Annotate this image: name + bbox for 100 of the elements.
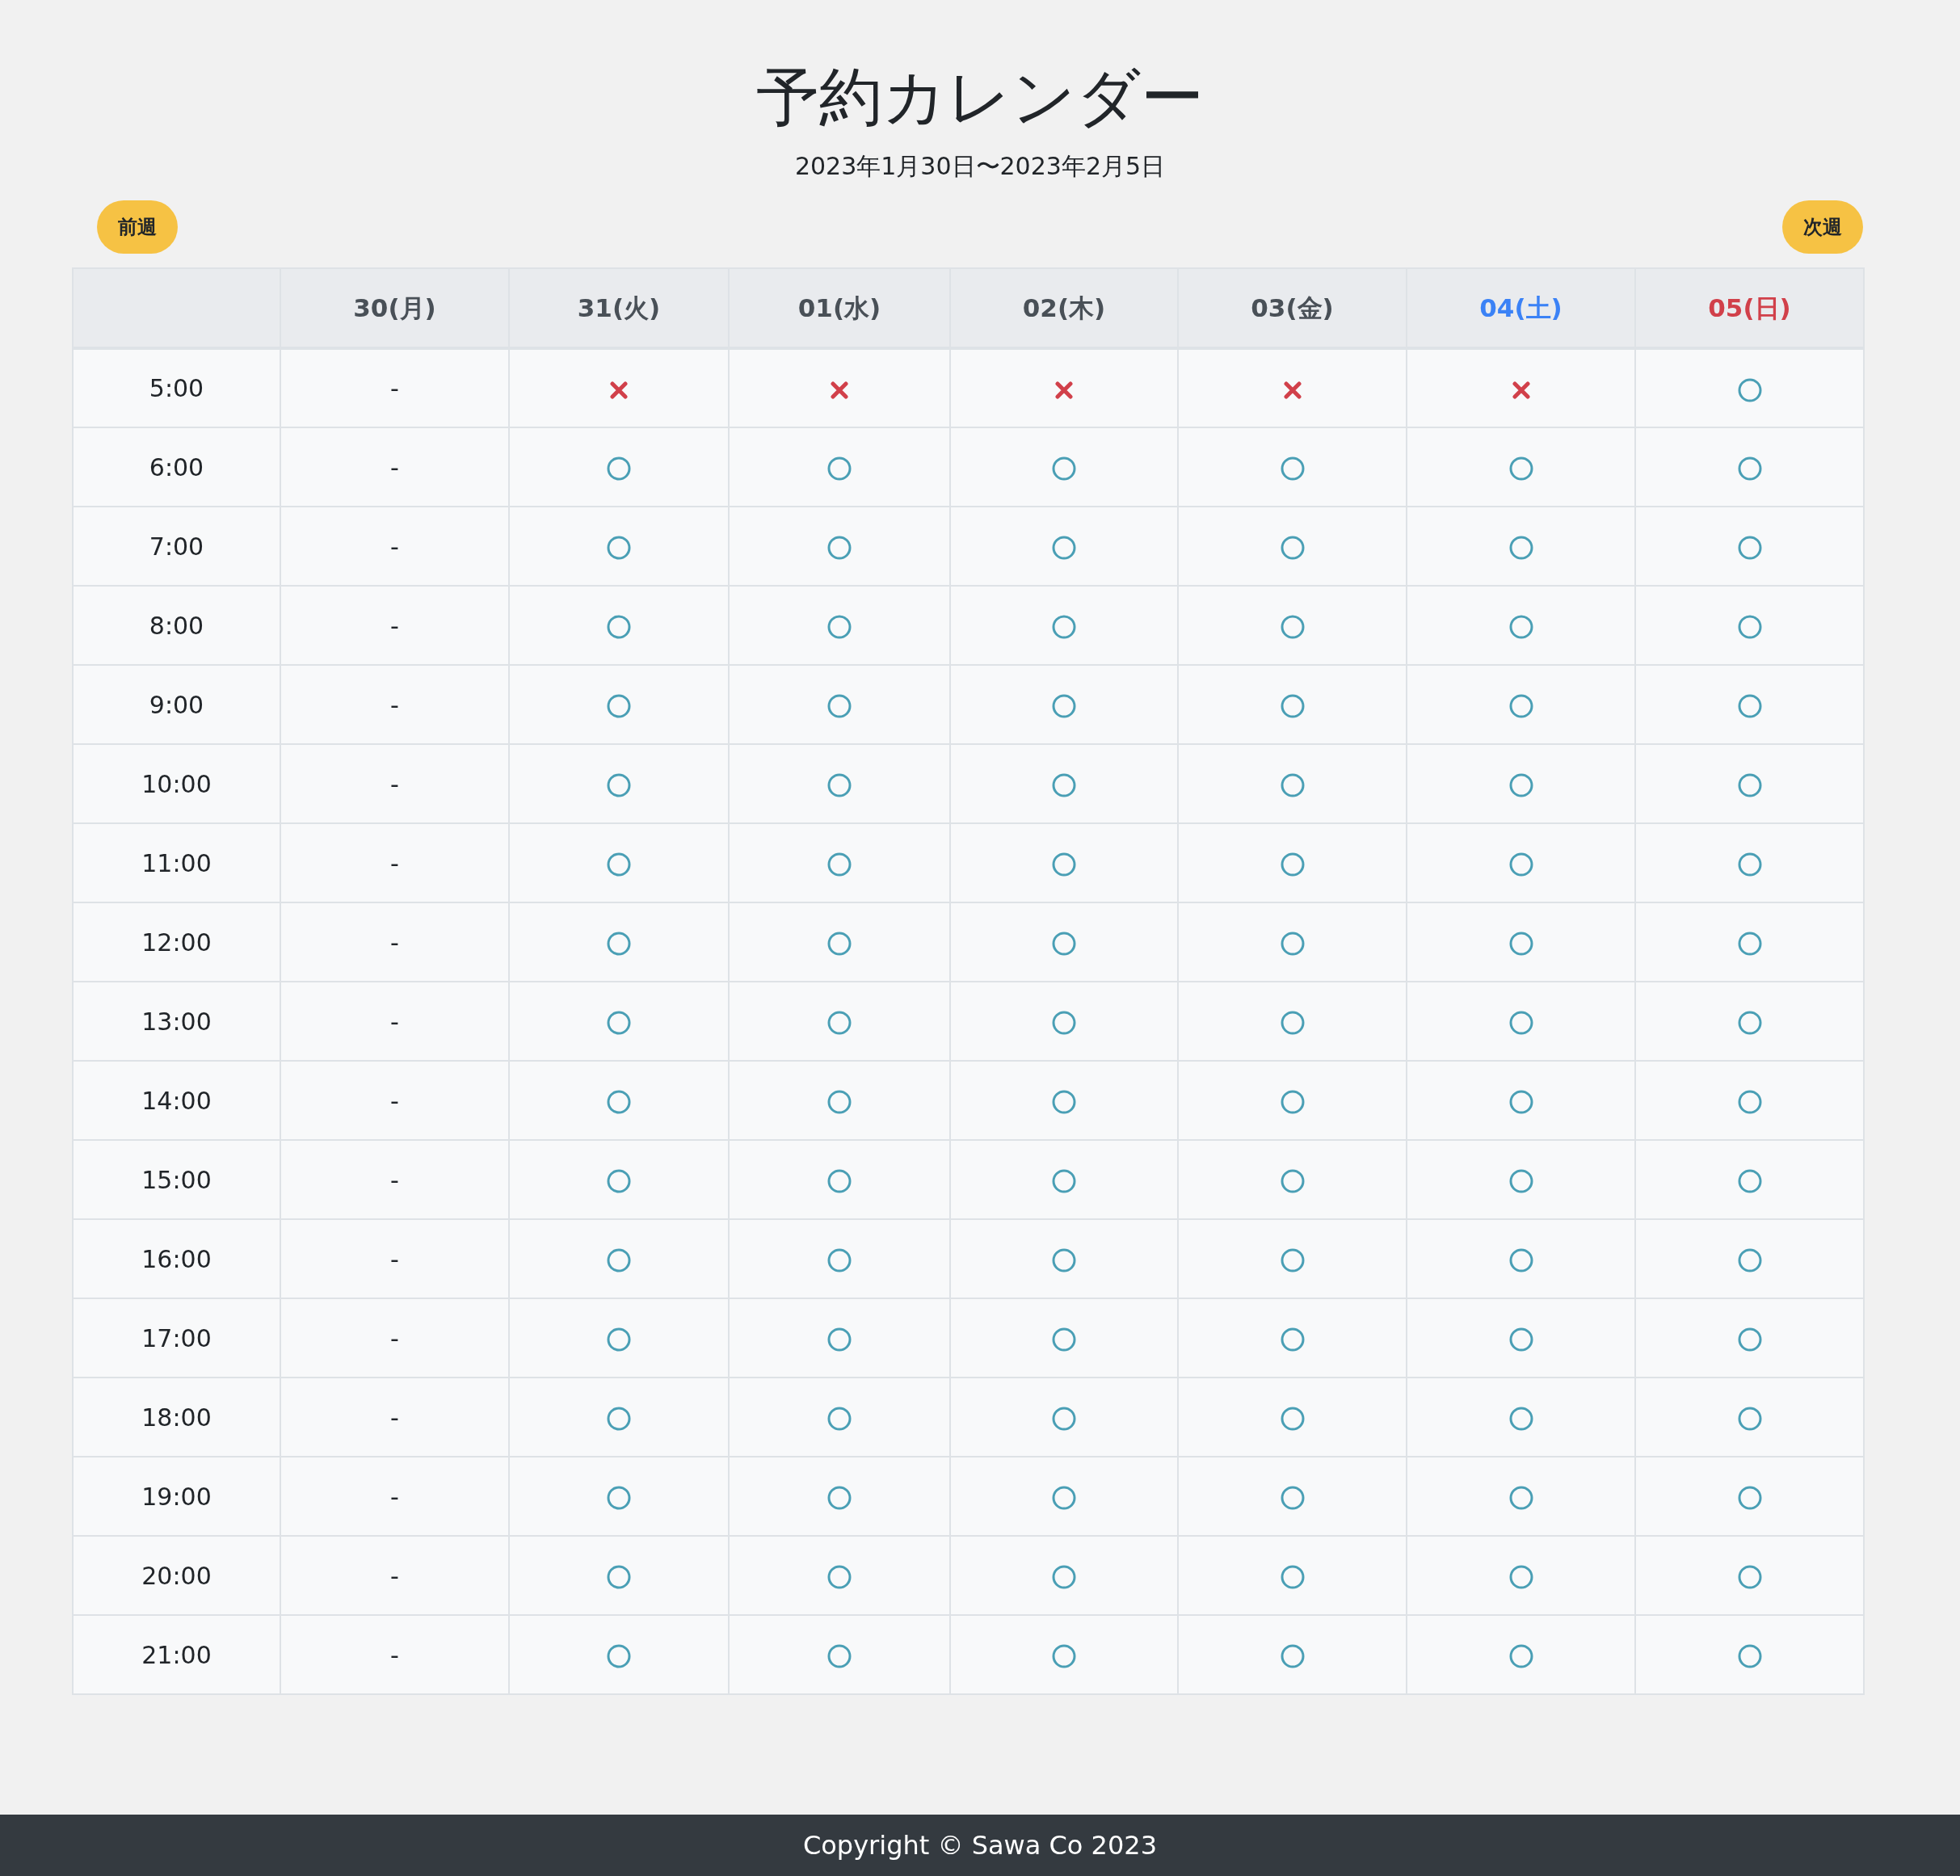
- circle-icon[interactable]: [1508, 1090, 1533, 1114]
- circle-icon[interactable]: [1737, 536, 1762, 560]
- circle-icon[interactable]: [1508, 1644, 1533, 1668]
- circle-icon[interactable]: [1508, 1565, 1533, 1589]
- circle-icon[interactable]: [1280, 932, 1305, 956]
- circle-icon[interactable]: [827, 536, 852, 560]
- circle-icon[interactable]: [1280, 1486, 1305, 1510]
- circle-icon[interactable]: [1508, 773, 1533, 797]
- circle-icon[interactable]: [1280, 536, 1305, 560]
- circle-icon[interactable]: [1737, 1486, 1762, 1510]
- circle-icon[interactable]: [607, 694, 631, 718]
- circle-icon[interactable]: [607, 1644, 631, 1668]
- circle-icon[interactable]: [1052, 536, 1076, 560]
- circle-icon[interactable]: [1280, 1090, 1305, 1114]
- circle-icon[interactable]: [1280, 1327, 1305, 1352]
- circle-icon[interactable]: [1737, 1169, 1762, 1193]
- circle-icon[interactable]: [1052, 1407, 1076, 1431]
- circle-icon[interactable]: [1508, 1486, 1533, 1510]
- circle-icon[interactable]: [827, 1248, 852, 1272]
- circle-icon[interactable]: [1052, 1090, 1076, 1114]
- circle-icon[interactable]: [1737, 1644, 1762, 1668]
- circle-icon[interactable]: [607, 1486, 631, 1510]
- circle-icon[interactable]: [1280, 456, 1305, 481]
- unavailable-dash: -: [390, 1640, 399, 1669]
- circle-icon[interactable]: [1052, 1486, 1076, 1510]
- circle-icon[interactable]: [1508, 1169, 1533, 1193]
- circle-icon[interactable]: [827, 1407, 852, 1431]
- circle-icon[interactable]: [1052, 1327, 1076, 1352]
- circle-icon[interactable]: [827, 1486, 852, 1510]
- circle-icon[interactable]: [827, 1327, 852, 1352]
- circle-icon[interactable]: [607, 615, 631, 639]
- circle-icon[interactable]: [1737, 1407, 1762, 1431]
- circle-icon[interactable]: [1280, 1644, 1305, 1668]
- circle-icon[interactable]: [607, 773, 631, 797]
- circle-icon[interactable]: [1280, 1248, 1305, 1272]
- circle-icon[interactable]: [1052, 456, 1076, 481]
- circle-icon[interactable]: [1737, 852, 1762, 877]
- circle-icon[interactable]: [1737, 1011, 1762, 1035]
- circle-icon[interactable]: [1737, 1090, 1762, 1114]
- circle-icon[interactable]: [607, 1169, 631, 1193]
- circle-icon[interactable]: [607, 1011, 631, 1035]
- circle-icon[interactable]: [607, 852, 631, 877]
- circle-icon[interactable]: [1280, 852, 1305, 877]
- circle-icon[interactable]: [827, 773, 852, 797]
- circle-icon[interactable]: [1052, 773, 1076, 797]
- circle-icon[interactable]: [827, 852, 852, 877]
- circle-icon[interactable]: [607, 1090, 631, 1114]
- circle-icon[interactable]: [1508, 536, 1533, 560]
- circle-icon[interactable]: [827, 1169, 852, 1193]
- circle-icon[interactable]: [1052, 615, 1076, 639]
- circle-icon[interactable]: [827, 615, 852, 639]
- circle-icon[interactable]: [1052, 932, 1076, 956]
- circle-icon[interactable]: [1508, 1248, 1533, 1272]
- circle-icon[interactable]: [827, 1644, 852, 1668]
- circle-icon[interactable]: [827, 694, 852, 718]
- circle-icon[interactable]: [607, 932, 631, 956]
- circle-icon[interactable]: [1052, 1644, 1076, 1668]
- circle-icon[interactable]: [1737, 932, 1762, 956]
- circle-icon[interactable]: [1280, 1407, 1305, 1431]
- circle-icon[interactable]: [1280, 694, 1305, 718]
- circle-icon[interactable]: [1280, 1169, 1305, 1193]
- circle-icon[interactable]: [1052, 852, 1076, 877]
- circle-icon[interactable]: [607, 1407, 631, 1431]
- circle-icon[interactable]: [607, 1327, 631, 1352]
- circle-icon[interactable]: [1737, 1327, 1762, 1352]
- circle-icon[interactable]: [1280, 773, 1305, 797]
- circle-icon[interactable]: [1737, 377, 1762, 402]
- circle-icon[interactable]: [1737, 1248, 1762, 1272]
- circle-icon[interactable]: [1508, 694, 1533, 718]
- circle-icon[interactable]: [1508, 1327, 1533, 1352]
- circle-icon[interactable]: [1280, 1011, 1305, 1035]
- circle-icon[interactable]: [1508, 1011, 1533, 1035]
- circle-icon[interactable]: [827, 1090, 852, 1114]
- circle-icon[interactable]: [607, 1565, 631, 1589]
- circle-icon[interactable]: [1508, 852, 1533, 877]
- circle-icon[interactable]: [1508, 1407, 1533, 1431]
- circle-icon[interactable]: [827, 456, 852, 481]
- circle-icon[interactable]: [1280, 615, 1305, 639]
- circle-icon[interactable]: [1737, 773, 1762, 797]
- circle-icon[interactable]: [827, 1565, 852, 1589]
- circle-icon[interactable]: [607, 1248, 631, 1272]
- circle-icon[interactable]: [1508, 932, 1533, 956]
- circle-icon[interactable]: [1508, 456, 1533, 481]
- circle-icon[interactable]: [827, 1011, 852, 1035]
- circle-icon[interactable]: [607, 536, 631, 560]
- circle-icon[interactable]: [1052, 1248, 1076, 1272]
- circle-icon[interactable]: [1737, 615, 1762, 639]
- circle-icon[interactable]: [1280, 1565, 1305, 1589]
- circle-icon[interactable]: [1052, 1565, 1076, 1589]
- circle-icon[interactable]: [1052, 694, 1076, 718]
- previous-week-button[interactable]: 前週: [97, 200, 178, 254]
- circle-icon[interactable]: [1052, 1169, 1076, 1193]
- circle-icon[interactable]: [1737, 694, 1762, 718]
- circle-icon[interactable]: [1052, 1011, 1076, 1035]
- circle-icon[interactable]: [1737, 456, 1762, 481]
- circle-icon[interactable]: [1508, 615, 1533, 639]
- circle-icon[interactable]: [827, 932, 852, 956]
- circle-icon[interactable]: [1737, 1565, 1762, 1589]
- circle-icon[interactable]: [607, 456, 631, 481]
- next-week-button[interactable]: 次週: [1782, 200, 1863, 254]
